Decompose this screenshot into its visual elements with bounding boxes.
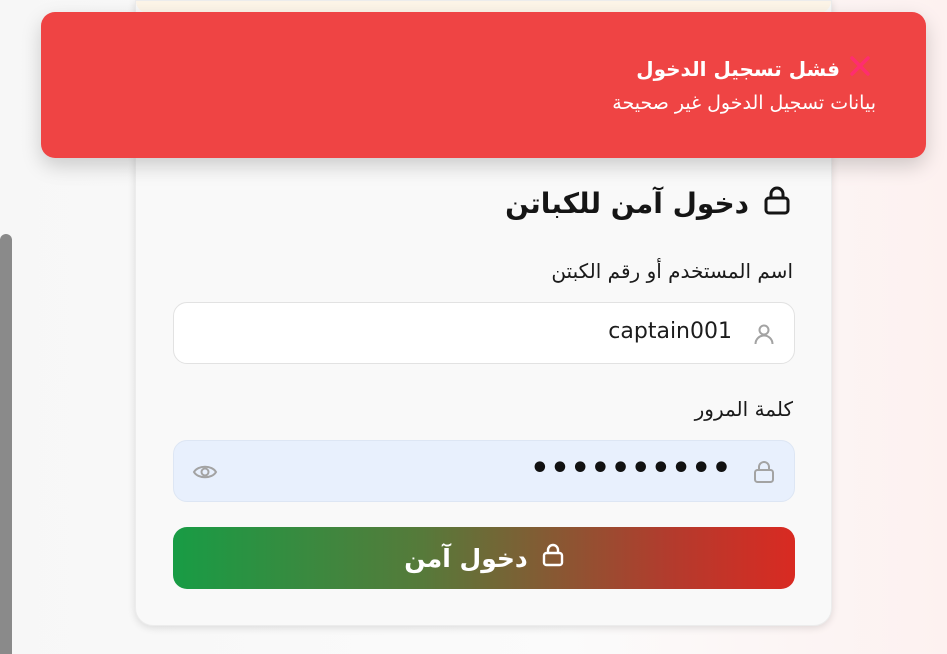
page-scrollbar[interactable]	[0, 234, 12, 654]
toast-message: بيانات تسجيل الدخول غير صحيحة	[612, 92, 876, 114]
toast-title-row: فشل تسجيل الدخول	[636, 54, 872, 83]
toast-title: فشل تسجيل الدخول	[636, 56, 840, 81]
password-label: كلمة المرور	[694, 397, 793, 421]
password-value: ••••••••••	[530, 451, 732, 486]
close-x-icon	[848, 54, 872, 83]
secure-login-button-label: دخول آمن	[404, 543, 528, 573]
login-heading: دخول آمن للكباتن	[505, 185, 791, 222]
login-heading-text: دخول آمن للكباتن	[505, 187, 749, 220]
error-toast[interactable]: فشل تسجيل الدخول بيانات تسجيل الدخول غير…	[41, 12, 926, 158]
eye-icon[interactable]	[192, 460, 218, 484]
username-label: اسم المستخدم أو رقم الكبتن	[551, 259, 793, 283]
user-icon	[752, 322, 776, 346]
button-lock-icon	[542, 543, 564, 573]
heading-lock-icon	[763, 185, 791, 222]
password-input[interactable]: ••••••••••	[173, 440, 795, 502]
username-input[interactable]: captain001	[173, 302, 795, 364]
username-value: captain001	[608, 319, 732, 344]
lock-icon	[752, 460, 776, 484]
secure-login-button[interactable]: دخول آمن	[173, 527, 795, 589]
